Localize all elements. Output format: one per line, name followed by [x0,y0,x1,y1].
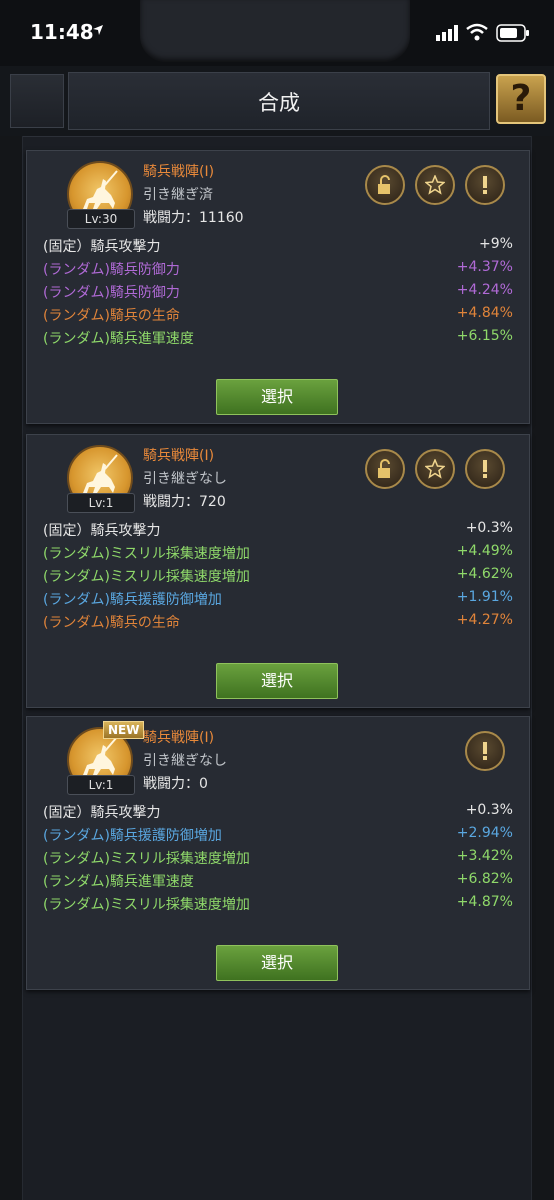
formation-name: 騎兵戦陣(I) [143,164,215,180]
formation-name: 騎兵戦陣(I) [143,448,215,464]
unlock-icon [378,175,390,194]
stat-row: (ランダム)ミスリル採集速度増加 +3.42% [43,848,513,867]
info-icon [483,460,487,478]
wifi-icon [466,23,488,41]
new-badge: NEW [103,721,145,739]
formation-card: NEW Lv:1 騎兵戦陣(I) 引き継ぎなし 戦闘力：0 (固定）騎兵攻撃力 +… [26,716,530,990]
star-icon [425,175,445,195]
stat-row: (ランダム)騎兵防御力 +4.37% [43,259,513,278]
help-icon: ? [510,78,532,119]
level-label: Lv:1 [67,775,135,795]
battle-power: 戦闘力：0 [143,776,208,792]
signal-icon [436,25,458,41]
help-button[interactable]: ? [496,74,546,124]
battery-icon [496,24,529,42]
select-button[interactable]: 選択 [216,379,338,415]
stat-row: (ランダム)ミスリル採集速度増加 +4.87% [43,894,513,913]
formation-card: Lv:1 騎兵戦陣(I) 引き継ぎなし 戦闘力：720 (固定）騎兵攻撃力 +0.… [26,434,530,708]
info-icon [483,176,487,194]
formation-card: Lv:30 騎兵戦陣(I) 引き継ぎ済 戦闘力：11160 (固定）騎兵攻撃力 +… [26,150,530,424]
stat-row: (ランダム)騎兵進軍速度 +6.82% [43,871,513,890]
location-arrow-icon [93,25,103,35]
favorite-button[interactable] [415,449,455,489]
page-title: 合成 [258,91,300,115]
info-button[interactable] [465,731,505,771]
star-icon [425,459,445,479]
left-rail [0,136,23,1200]
unlock-button[interactable] [365,165,405,205]
header-ornament [10,74,64,128]
formation-name: 騎兵戦陣(I) [143,730,215,746]
battle-power: 戦闘力：11160 [143,210,244,226]
inherit-status: 引き継ぎ済 [143,187,213,203]
stat-row: (固定）騎兵攻撃力 +9% [43,236,513,255]
stat-row: (固定）騎兵攻撃力 +0.3% [43,520,513,539]
right-rail [531,136,554,1200]
select-button[interactable]: 選択 [216,663,338,699]
battle-power: 戦闘力：720 [143,494,226,510]
stat-row: (ランダム)騎兵進軍速度 +6.15% [43,328,513,347]
stat-row: (ランダム)騎兵援護防御増加 +1.91% [43,589,513,608]
status-bar: 11:48 [0,0,554,66]
info-button[interactable] [465,165,505,205]
stat-row: (固定）騎兵攻撃力 +0.3% [43,802,513,821]
inherit-status: 引き継ぎなし [143,471,227,487]
stat-row: (ランダム)ミスリル採集速度増加 +4.49% [43,543,513,562]
stat-row: (ランダム)騎兵援護防御増加 +2.94% [43,825,513,844]
inherit-status: 引き継ぎなし [143,753,227,769]
header: 合成 ? [0,66,554,137]
level-label: Lv:1 [67,493,135,513]
stat-row: (ランダム)騎兵防御力 +4.24% [43,282,513,301]
info-icon [483,742,487,760]
notch [140,0,410,62]
status-time: 11:48 [30,20,94,44]
title-bar: 合成 [68,72,490,130]
favorite-button[interactable] [415,165,455,205]
stat-row: (ランダム)ミスリル採集速度増加 +4.62% [43,566,513,585]
info-button[interactable] [465,449,505,489]
unlock-button[interactable] [365,449,405,489]
select-button[interactable]: 選択 [216,945,338,981]
stat-row: (ランダム)騎兵の生命 +4.27% [43,612,513,631]
level-label: Lv:30 [67,209,135,229]
stat-row: (ランダム)騎兵の生命 +4.84% [43,305,513,324]
unlock-icon [378,459,390,478]
